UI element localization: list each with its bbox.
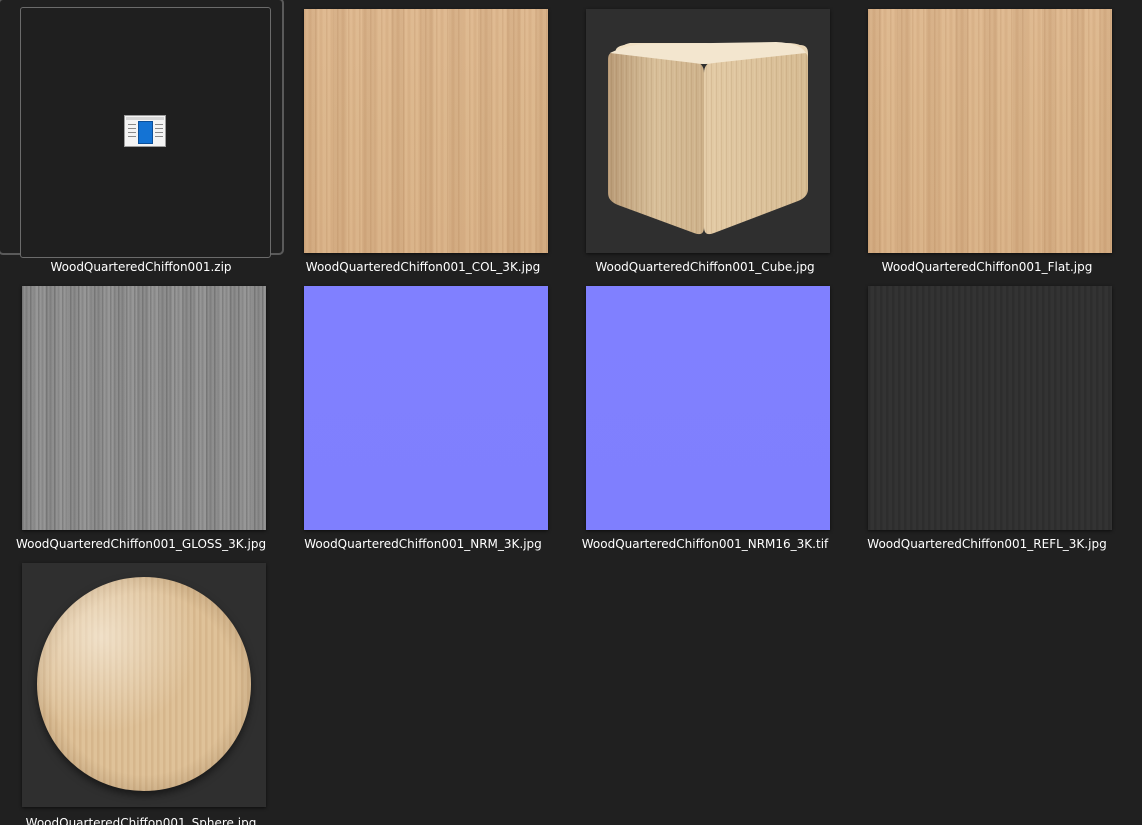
reflection-map-thumbnail (868, 286, 1112, 530)
file-name-label: WoodQuarteredChiffon001_Sphere.jpg (25, 816, 257, 825)
file-name-label: WoodQuarteredChiffon001_GLOSS_3K.jpg (15, 537, 267, 551)
gloss-map-thumbnail (22, 286, 266, 530)
file-thumbnail-grid: WoodQuarteredChiffon001.zip WoodQuartere… (0, 0, 1142, 825)
wood-sphere-image (37, 577, 251, 791)
file-name-label: WoodQuarteredChiffon001_COL_3K.jpg (305, 260, 541, 274)
thumbnail-frame (846, 0, 1128, 253)
thumbnail-frame (564, 277, 846, 530)
file-name-label: WoodQuarteredChiffon001_NRM16_3K.tif (581, 537, 829, 551)
file-item-normal-map[interactable]: WoodQuarteredChiffon001_NRM_3K.jpg (282, 277, 564, 554)
thumbnail-frame (282, 277, 564, 530)
file-name-label: WoodQuarteredChiffon001_Cube.jpg (595, 260, 815, 274)
file-name-label: WoodQuarteredChiffon001.zip (50, 260, 232, 274)
zip-thumbnail (20, 7, 271, 258)
normal-map-thumbnail (304, 286, 548, 530)
file-name-label: WoodQuarteredChiffon001_Flat.jpg (881, 260, 1093, 274)
thumbnail-frame (282, 0, 564, 253)
wood-color-thumbnail (304, 9, 548, 253)
thumbnail-frame (564, 0, 846, 253)
file-name-label: WoodQuarteredChiffon001_NRM_3K.jpg (304, 537, 542, 551)
file-item-zip[interactable]: WoodQuarteredChiffon001.zip (0, 0, 284, 277)
file-item-flat-texture[interactable]: WoodQuarteredChiffon001_Flat.jpg (846, 0, 1128, 277)
thumbnail-frame (0, 277, 282, 530)
file-item-refl-map[interactable]: WoodQuarteredChiffon001_REFL_3K.jpg (846, 277, 1128, 554)
file-item-normal16-map[interactable]: WoodQuarteredChiffon001_NRM16_3K.tif (564, 277, 846, 554)
thumbnail-frame (846, 277, 1128, 530)
archive-icon (124, 115, 166, 147)
file-item-cube-preview[interactable]: WoodQuarteredChiffon001_Cube.jpg (564, 0, 846, 277)
normal16-map-thumbnail (586, 286, 830, 530)
file-item-sphere-preview[interactable]: WoodQuarteredChiffon001_Sphere.jpg (0, 554, 282, 825)
file-item-col-texture[interactable]: WoodQuarteredChiffon001_COL_3K.jpg (282, 0, 564, 277)
thumbnail-frame (0, 0, 284, 258)
cube-preview-thumbnail (586, 9, 830, 253)
sphere-preview-thumbnail (22, 563, 266, 807)
thumbnail-frame (0, 554, 282, 807)
wood-cube-image (608, 42, 808, 235)
file-name-label: WoodQuarteredChiffon001_REFL_3K.jpg (867, 537, 1107, 551)
file-item-gloss-map[interactable]: WoodQuarteredChiffon001_GLOSS_3K.jpg (0, 277, 282, 554)
wood-flat-thumbnail (868, 9, 1112, 253)
